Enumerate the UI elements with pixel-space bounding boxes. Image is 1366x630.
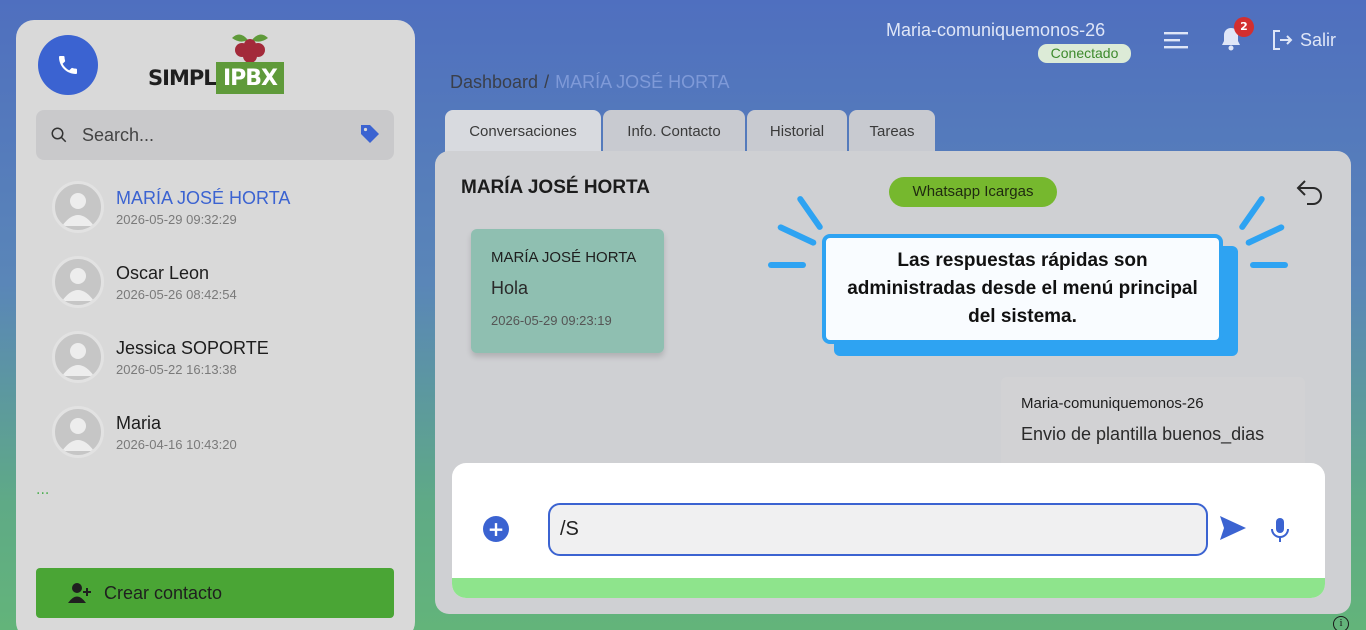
tab-tareas[interactable]: Tareas	[849, 110, 935, 152]
contact-name: Maria	[116, 412, 162, 433]
contact-date: 2026-05-26 08:42:54	[116, 286, 237, 302]
user-avatar-icon	[62, 418, 94, 451]
raspberry-icon	[232, 34, 268, 63]
menu-icon[interactable]	[1164, 30, 1188, 50]
breadcrumb-root[interactable]: Dashboard	[450, 72, 538, 92]
contact-item[interactable]: MARÍA JOSÉ HORTA 2026-05-29 09:32:29	[52, 177, 392, 237]
contact-date: 2026-04-16 10:43:20	[116, 436, 237, 452]
sidebar: SIMPLE IPBX MARÍA JOSÉ HORTA 2026-05-29 …	[16, 20, 415, 630]
contact-item[interactable]: Jessica SOPORTE 2026-05-22 16:13:38	[52, 327, 392, 387]
search-icon	[51, 127, 67, 143]
callout-ray	[1250, 262, 1288, 268]
microphone-icon[interactable]	[1270, 517, 1290, 543]
logout-icon	[1273, 30, 1293, 50]
breadcrumb-current: MARÍA JOSÉ HORTA	[555, 72, 730, 92]
channel-badge: Whatsapp Icargas	[889, 177, 1057, 207]
add-attachment-button[interactable]: +	[483, 516, 509, 542]
logout-button[interactable]: Salir	[1270, 28, 1336, 52]
avatar	[52, 331, 104, 383]
user-name: Maria-comuniquemonos-26	[886, 20, 1106, 40]
contact-item[interactable]: Oscar Leon 2026-05-26 08:42:54	[52, 252, 392, 312]
tag-icon[interactable]	[358, 122, 382, 146]
composer-status-strip	[452, 578, 1325, 598]
avatar	[52, 181, 104, 233]
undo-icon[interactable]	[1295, 177, 1325, 205]
tab-conversaciones[interactable]: Conversaciones	[445, 110, 601, 152]
create-contact-button[interactable]: Crear contacto	[36, 568, 394, 618]
contact-item[interactable]: Maria 2026-04-16 10:43:20	[52, 402, 392, 462]
user-avatar-icon	[62, 268, 94, 301]
status-badge: Conectado	[1038, 44, 1131, 63]
tab-historial[interactable]: Historial	[747, 110, 847, 152]
search-input[interactable]	[82, 124, 342, 146]
more-indicator: ...	[36, 482, 50, 498]
simple-ipbx-logo: SIMPLE IPBX	[146, 32, 286, 98]
message-input[interactable]	[548, 503, 1208, 556]
contact-name: Jessica SOPORTE	[116, 337, 269, 358]
add-user-icon	[68, 583, 91, 603]
tab-info-contacto[interactable]: Info. Contacto	[603, 110, 745, 152]
phone-button[interactable]	[38, 35, 98, 95]
message-sender: MARÍA JOSÉ HORTA	[491, 249, 637, 266]
search-bar	[36, 110, 394, 160]
user-avatar-icon	[62, 343, 94, 376]
callout-ray	[768, 262, 806, 268]
create-contact-label: Crear contacto	[104, 582, 223, 603]
info-icon[interactable]: i	[1333, 616, 1349, 630]
logout-label: Salir	[1300, 29, 1337, 50]
logo-box: IPBX	[216, 62, 284, 94]
message-text: Envio de plantilla buenos_dias	[1021, 424, 1265, 444]
send-icon[interactable]	[1218, 513, 1248, 543]
quick-replies-callout: Las respuestas rápidas son administradas…	[822, 234, 1223, 344]
breadcrumb-separator: /	[544, 72, 550, 92]
notification-count-badge: 2	[1234, 17, 1254, 37]
breadcrumb: Dashboard / MARÍA JOSÉ HORTA	[450, 72, 729, 93]
message-composer: +	[452, 463, 1325, 598]
contact-date: 2026-05-22 16:13:38	[116, 361, 237, 377]
contact-name: MARÍA JOSÉ HORTA	[116, 187, 291, 208]
conversation-title: MARÍA JOSÉ HORTA	[461, 177, 650, 198]
contact-name: Oscar Leon	[116, 262, 210, 283]
message-time: 2026-05-29 09:23:19	[491, 313, 612, 328]
message-text: Hola	[491, 278, 529, 298]
contact-date: 2026-05-29 09:32:29	[116, 211, 237, 227]
user-avatar-icon	[62, 193, 94, 226]
message-sender: Maria-comuniquemonos-26	[1021, 395, 1204, 412]
phone-icon	[59, 56, 77, 74]
avatar	[52, 406, 104, 458]
message-incoming: MARÍA JOSÉ HORTA Hola 2026-05-29 09:23:1…	[471, 229, 664, 353]
avatar	[52, 256, 104, 308]
